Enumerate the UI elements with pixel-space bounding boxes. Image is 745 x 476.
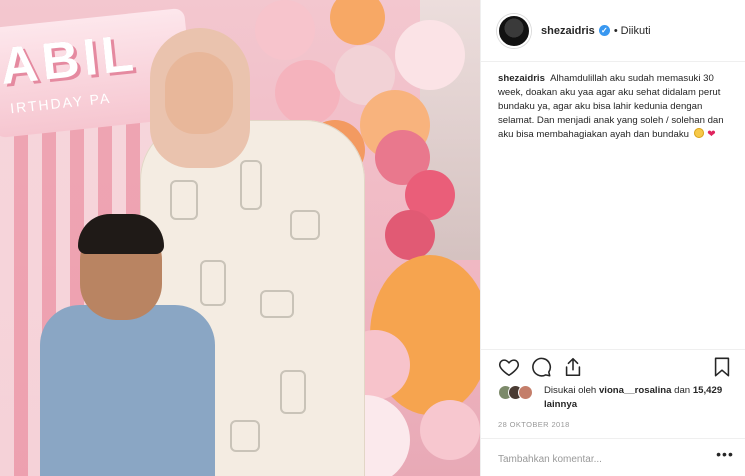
balloon	[255, 0, 315, 60]
post-photo[interactable]: ABIL IRTHDAY PA	[0, 0, 480, 476]
dress-pattern	[240, 160, 262, 210]
bookmark-icon[interactable]	[711, 356, 733, 378]
more-options-icon[interactable]: •••	[716, 446, 734, 464]
likes-prefix: Disukai oleh	[544, 385, 597, 396]
header-username[interactable]: shezaidris	[541, 25, 595, 37]
balloon	[420, 400, 480, 460]
balloon	[330, 0, 385, 45]
balloon	[385, 210, 435, 260]
header-separator: •	[613, 24, 618, 37]
divider	[481, 349, 745, 350]
divider	[481, 438, 745, 439]
dress-pattern	[200, 260, 226, 306]
dress-pattern	[290, 210, 320, 240]
likes-conjunction: dan	[674, 385, 691, 396]
baby-face-emoji-icon	[693, 128, 704, 138]
follow-status-button[interactable]: Diikuti	[621, 25, 651, 37]
liker-avatar[interactable]	[518, 385, 533, 400]
heart-outline-icon[interactable]	[498, 356, 520, 378]
comment-input[interactable]	[498, 451, 708, 468]
likes-text: Disukai oleh viona__rosalina dan 15,429 …	[544, 384, 734, 412]
post-date[interactable]: 28 OKTOBER 2018	[498, 420, 570, 429]
caption-username[interactable]: shezaidris	[498, 73, 545, 84]
dress-pattern	[260, 290, 294, 318]
likes-summary: Disukai oleh viona__rosalina dan 15,429 …	[498, 384, 733, 414]
post-actions	[498, 356, 733, 380]
dress-pattern	[230, 420, 260, 452]
dress-pattern	[280, 370, 306, 414]
post-side-panel: shezaidris ✓ • Diikuti shezaidris Alhamd…	[480, 0, 745, 476]
post-caption: shezaidris Alhamdulillah aku sudah memas…	[498, 72, 733, 142]
verified-badge-icon: ✓	[598, 25, 610, 36]
profile-avatar[interactable]	[497, 13, 531, 48]
man-shirt	[40, 305, 215, 476]
balloon	[275, 60, 340, 125]
man-hair	[78, 214, 164, 254]
red-heart-emoji-icon: ❤	[707, 129, 716, 140]
dress-pattern	[170, 180, 198, 220]
share-upload-icon[interactable]	[562, 356, 584, 378]
liker-username-link[interactable]: viona__rosalina	[599, 385, 672, 396]
woman-face	[165, 52, 233, 134]
liker-avatars	[498, 385, 540, 401]
comment-bubble-icon[interactable]	[530, 356, 552, 378]
post-header: shezaidris ✓ • Diikuti	[481, 0, 745, 62]
balloon	[395, 20, 465, 90]
comment-box	[498, 449, 708, 468]
